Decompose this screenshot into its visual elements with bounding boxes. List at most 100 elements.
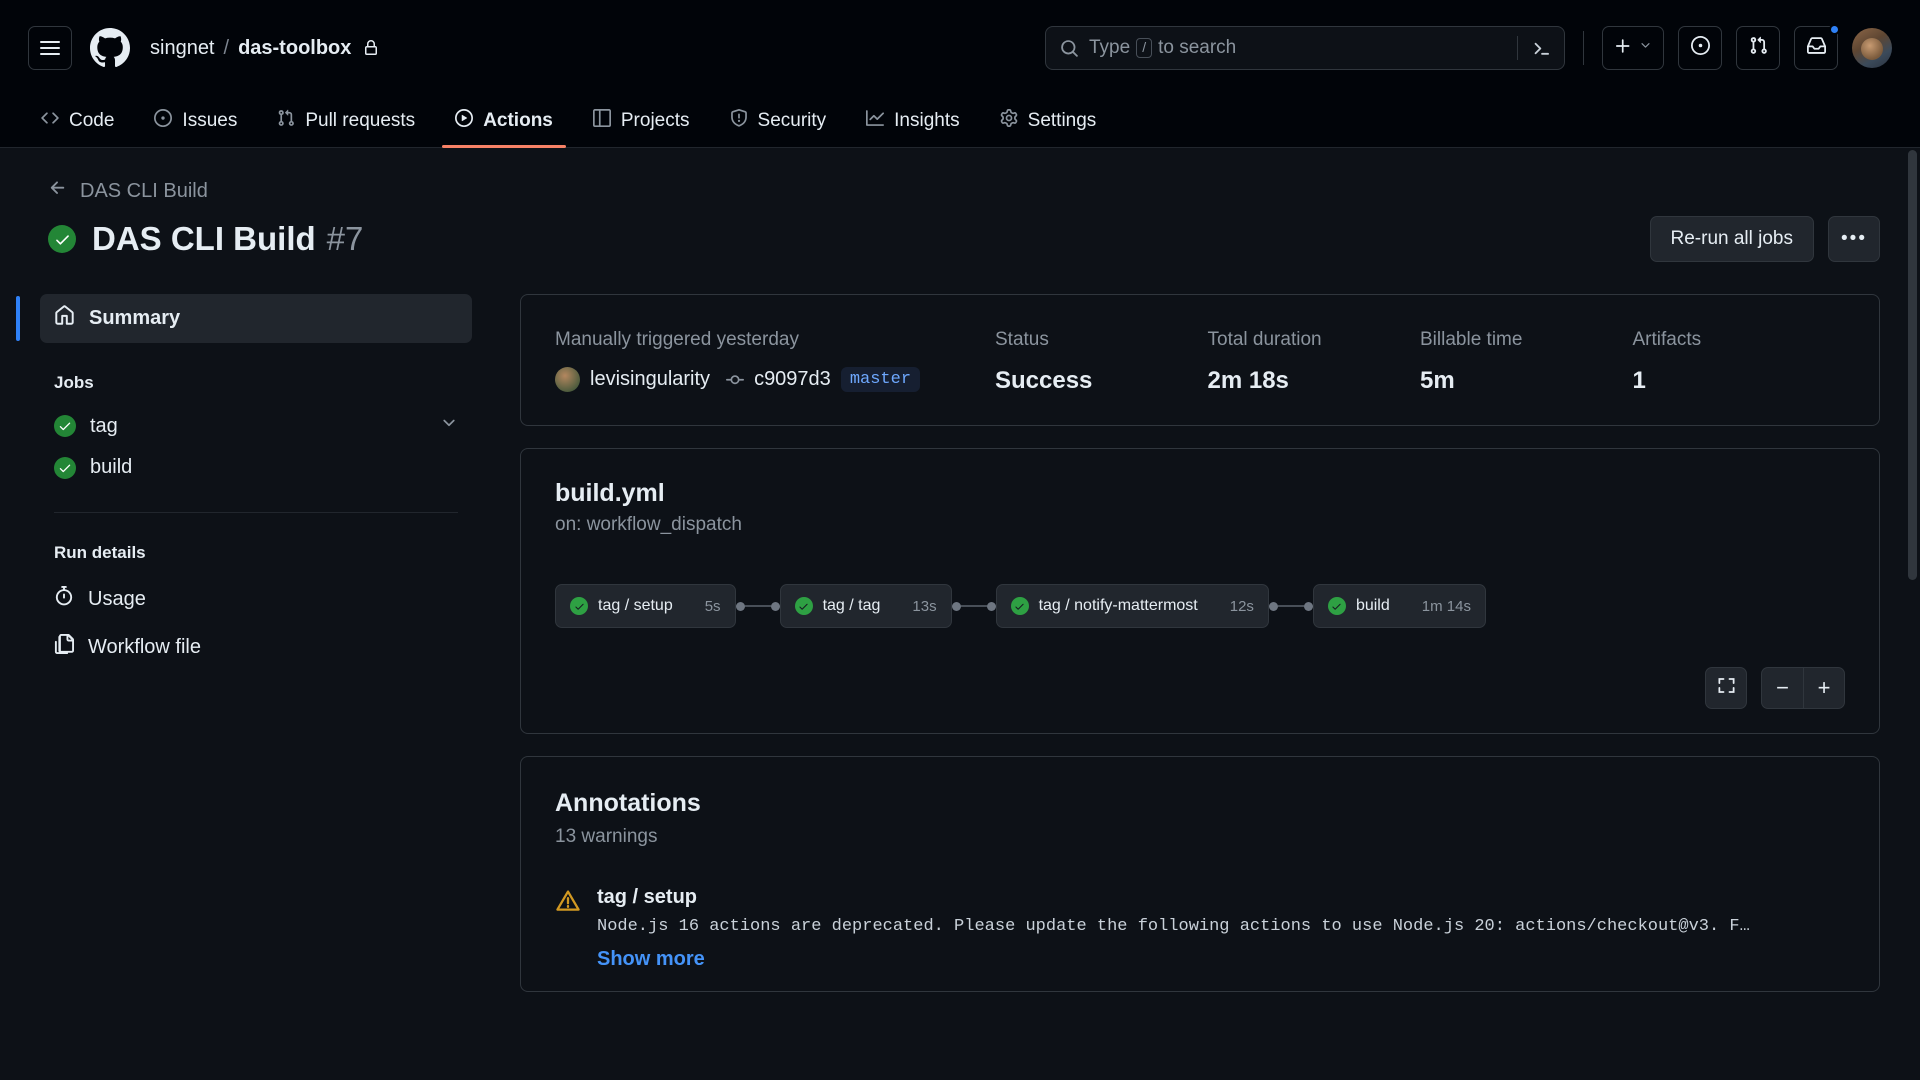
metric-total-duration: Total duration 2m 18s	[1208, 329, 1421, 395]
sidebar-job-build[interactable]: build	[40, 447, 472, 488]
metric-value: Success	[995, 367, 1093, 394]
sidebar-item-usage[interactable]: Usage	[40, 575, 472, 623]
sidebar-item-label: Summary	[89, 307, 181, 329]
file-code-icon	[54, 634, 74, 660]
warning-triangle-icon	[555, 888, 581, 971]
tab-actions[interactable]: Actions	[442, 109, 566, 148]
more-options-button[interactable]: •••	[1828, 216, 1880, 262]
back-to-workflow-link[interactable]: DAS CLI Build	[48, 178, 1880, 204]
tab-settings[interactable]: Settings	[987, 109, 1110, 147]
tab-label: Actions	[483, 110, 553, 131]
workflow-node[interactable]: build 1m 14s	[1312, 584, 1486, 628]
workflow-node[interactable]: tag / setup 5s	[555, 584, 736, 628]
tab-projects[interactable]: Projects	[580, 109, 703, 147]
breadcrumb-owner[interactable]: singnet	[150, 37, 215, 60]
search-icon	[1060, 39, 1079, 58]
commit-sha[interactable]: c9097d3	[754, 368, 831, 391]
connector-dot	[770, 601, 780, 611]
tab-label: Issues	[182, 110, 238, 131]
tab-insights[interactable]: Insights	[853, 109, 972, 147]
workflow-trigger: on: workflow_dispatch	[555, 514, 742, 535]
workflow-node-duration: 5s	[704, 597, 721, 615]
avatar[interactable]	[1852, 28, 1892, 68]
sidebar-divider	[54, 512, 458, 513]
search-input[interactable]: Type / to search	[1045, 26, 1565, 70]
fullscreen-button[interactable]	[1705, 667, 1747, 709]
metric-status: Status Success	[995, 329, 1208, 395]
search-placeholder-prefix: Type	[1089, 37, 1131, 58]
sidebar-run-details-header: Run details	[54, 543, 146, 562]
breadcrumb-repo[interactable]: das-toolbox	[238, 37, 351, 60]
trigger-actor-row: levisingularity c9097d3 master	[555, 367, 995, 392]
run-layout: Summary Jobs tag build Run details Usage…	[16, 294, 1880, 1014]
metric-value: 1	[1632, 367, 1646, 394]
global-header: singnet / das-toolbox Type / to search	[0, 0, 1920, 96]
connector-dot	[1268, 601, 1278, 611]
annotations-card: Annotations 13 warnings tag / setup Node…	[520, 756, 1880, 992]
check-circle-icon	[1010, 597, 1029, 615]
page-scrollbar[interactable]	[1907, 150, 1918, 770]
back-link-label: DAS CLI Build	[80, 179, 208, 202]
zoom-in-button[interactable]: +	[1803, 667, 1845, 709]
create-new-button[interactable]	[1602, 26, 1664, 70]
rerun-all-jobs-button[interactable]: Re-run all jobs	[1649, 216, 1814, 262]
scrollbar-thumb[interactable]	[1908, 150, 1917, 580]
sidebar-job-tag[interactable]: tag	[40, 405, 472, 447]
plus-icon	[1614, 37, 1632, 60]
issue-opened-icon	[154, 109, 173, 133]
annotation-job: tag / setup	[597, 886, 698, 908]
actor-avatar[interactable]	[555, 367, 580, 392]
tab-issues[interactable]: Issues	[141, 109, 250, 147]
annotation-message: Node.js 16 actions are deprecated. Pleas…	[597, 917, 1750, 936]
show-more-link[interactable]: Show more	[597, 948, 1750, 971]
run-main-column: Manually triggered yesterday levisingula…	[520, 294, 1880, 1014]
graph-controls: − +	[1705, 667, 1845, 709]
actor-name[interactable]: levisingularity	[590, 368, 710, 391]
run-metrics: Status Success Total duration 2m 18s Bil…	[995, 329, 1845, 395]
tab-label: Code	[69, 110, 115, 131]
run-sidebar: Summary Jobs tag build Run details Usage…	[16, 294, 520, 1014]
sidebar-job-label: build	[90, 456, 133, 478]
tab-label: Settings	[1027, 110, 1097, 131]
chevron-down-icon[interactable]	[440, 414, 458, 438]
sidebar-item-summary[interactable]: Summary	[16, 294, 472, 343]
page-content: DAS CLI Build DAS CLI Build #7 Re-run al…	[0, 148, 1920, 1080]
breadcrumb-separator: /	[223, 36, 230, 59]
tab-pull-requests[interactable]: Pull requests	[264, 109, 428, 147]
home-icon	[54, 305, 75, 332]
tab-security[interactable]: Security	[717, 109, 840, 147]
github-logo-icon[interactable]	[90, 28, 130, 68]
sidebar-item-workflow-file[interactable]: Workflow file	[40, 623, 472, 671]
run-number: #7	[326, 220, 364, 257]
terminal-icon[interactable]	[1518, 27, 1564, 69]
metric-value: 2m 18s	[1207, 367, 1289, 394]
issue-opened-icon	[1690, 36, 1710, 60]
tab-label: Insights	[894, 110, 960, 131]
workflow-node[interactable]: tag / notify-mattermost 12s	[995, 584, 1269, 628]
graph-connector	[951, 601, 996, 611]
tab-label: Projects	[620, 110, 690, 131]
git-pull-request-icon	[277, 109, 295, 133]
run-title-row: DAS CLI Build #7 Re-run all jobs •••	[48, 216, 1880, 262]
branch-badge[interactable]: master	[840, 367, 921, 392]
metric-label: Status	[995, 329, 1049, 350]
header-divider	[1583, 31, 1584, 65]
tab-code[interactable]: Code	[28, 109, 127, 147]
search-placeholder-suffix: to search	[1158, 37, 1237, 58]
connector-dot	[1303, 601, 1313, 611]
workflow-node[interactable]: tag / tag 13s	[779, 584, 952, 628]
hamburger-menu-button[interactable]	[28, 26, 72, 70]
connector-dot	[986, 601, 996, 611]
tab-label: Pull requests	[305, 110, 416, 131]
git-commit-icon	[726, 371, 745, 389]
metric-billable-time: Billable time 5m	[1420, 329, 1633, 395]
issues-button[interactable]	[1678, 26, 1722, 70]
page-title: DAS CLI Build	[92, 220, 316, 257]
notifications-button[interactable]	[1794, 24, 1840, 70]
workflow-file-name: build.yml	[555, 479, 665, 507]
hamburger-menu-icon	[40, 47, 60, 49]
pull-requests-button[interactable]	[1736, 26, 1780, 70]
sidebar-item-label: Usage	[88, 587, 146, 610]
annotations-subtitle: 13 warnings	[555, 826, 658, 847]
zoom-out-button[interactable]: −	[1761, 667, 1803, 709]
